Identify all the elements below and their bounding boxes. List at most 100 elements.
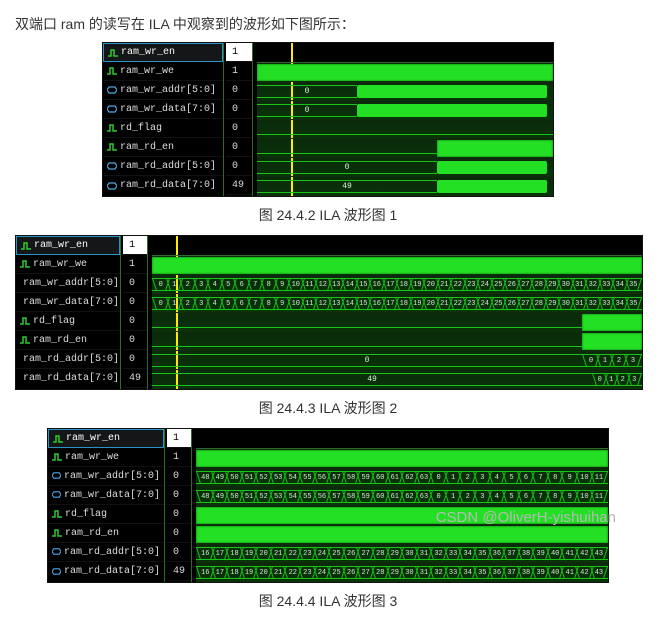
signal-row[interactable]: ram_wr_addr[5:0]	[48, 467, 164, 486]
signal-row[interactable]: ram_wr_we	[16, 255, 120, 274]
signal-row[interactable]: ram_wr_addr[5:0]	[16, 274, 120, 293]
wave-row	[257, 139, 553, 158]
signal-row[interactable]: ram_wr_data[7:0]	[103, 100, 223, 119]
waveform-viewer-2: ram_wr_enram_wr_weram_wr_addr[5:0]ram_wr…	[15, 235, 643, 390]
bus-segment	[357, 104, 547, 117]
signal-name: ram_wr_data[7:0]	[64, 490, 160, 501]
scalar-icon	[52, 528, 62, 538]
bus-segment: 0	[257, 161, 437, 174]
signal-row[interactable]: ram_rd_en	[16, 331, 120, 350]
bus-icon	[107, 85, 117, 95]
signal-row[interactable]: rd_flag	[48, 505, 164, 524]
signal-name: rd_flag	[120, 123, 162, 134]
signal-value: 0	[226, 119, 252, 138]
value-header: 1	[167, 429, 191, 448]
signal-row[interactable]: rd_flag	[16, 312, 120, 331]
signal-name: ram_wr_data[7:0]	[120, 104, 216, 115]
signal-value: 0	[167, 486, 191, 505]
wave-row: 4849505152535455565758596061626301234567…	[196, 487, 608, 506]
signal-value: 1	[167, 448, 191, 467]
signal-header[interactable]: ram_wr_en	[16, 236, 120, 255]
bus-segment: 0	[152, 354, 582, 367]
scalar-icon	[21, 241, 31, 251]
signal-value: 0	[167, 524, 191, 543]
signal-name: ram_wr_addr[5:0]	[64, 471, 160, 482]
fig1-caption: 图 24.4.2 ILA 波形图 1	[15, 205, 641, 225]
fig2-caption: 图 24.4.3 ILA 波形图 2	[15, 398, 641, 418]
signal-value: 1	[226, 62, 252, 81]
logic-high	[582, 314, 642, 331]
signal-name: rd_flag	[65, 509, 107, 520]
signal-value-column: 110000049	[165, 429, 192, 582]
scalar-icon	[20, 335, 30, 345]
signal-value: 0	[123, 274, 147, 293]
bus-data: 0123456789101112131415161718192021222324…	[152, 297, 642, 310]
signal-name: ram_rd_addr[5:0]	[23, 354, 119, 365]
signal-name: ram_rd_en	[33, 335, 87, 346]
signal-name: ram_rd_data[7:0]	[64, 566, 160, 577]
wave-row	[257, 120, 553, 139]
signal-row[interactable]: ram_rd_data[7:0]	[48, 562, 164, 581]
bus-icon	[107, 181, 117, 191]
bus-segment: 43	[590, 566, 609, 579]
scalar-icon	[107, 66, 117, 76]
signal-name-column: ram_wr_en ram_wr_we ram_wr_addr[5:0] ram_wr…	[103, 43, 224, 196]
waveform-viewer-3: ram_wr_en ram_wr_we ram_wr_addr[5:0] ram_wr…	[47, 428, 609, 583]
signal-value: 0	[123, 293, 147, 312]
signal-name: ram_rd_en	[120, 142, 174, 153]
wave-row	[152, 256, 642, 275]
waveform-viewer-1: ram_wr_en ram_wr_we ram_wr_addr[5:0] ram_wr…	[102, 42, 554, 197]
signal-header[interactable]: ram_wr_en	[48, 429, 164, 448]
signal-header[interactable]: ram_wr_en	[103, 43, 223, 62]
logic-high	[257, 64, 553, 81]
signal-name-column: ram_wr_enram_wr_weram_wr_addr[5:0]ram_wr…	[16, 236, 121, 389]
signal-row[interactable]: ram_wr_we	[48, 448, 164, 467]
bus-icon	[52, 471, 61, 481]
signal-row[interactable]: ram_rd_addr[5:0]	[103, 157, 223, 176]
logic-low	[152, 327, 582, 328]
scalar-icon	[107, 142, 117, 152]
time-ruler	[152, 236, 642, 256]
signal-name: ram_wr_en	[66, 433, 120, 444]
signal-row[interactable]: ram_rd_data[7:0]	[103, 176, 223, 195]
signal-row[interactable]: ram_wr_data[7:0]	[16, 293, 120, 312]
signal-row[interactable]: ram_wr_data[7:0]	[48, 486, 164, 505]
bus-icon	[107, 104, 117, 114]
scalar-icon	[53, 434, 63, 444]
signal-row[interactable]: ram_rd_en	[103, 138, 223, 157]
signal-row[interactable]: ram_rd_addr[5:0]	[16, 350, 120, 369]
bus-segment: 43	[590, 547, 609, 560]
cursor-line[interactable]	[176, 236, 178, 255]
logic-high	[152, 257, 642, 274]
signal-name: ram_rd_addr[5:0]	[64, 547, 160, 558]
signal-value: 0	[226, 157, 252, 176]
signal-name-column: ram_wr_en ram_wr_we ram_wr_addr[5:0] ram_wr…	[48, 429, 165, 582]
wave-row	[196, 506, 608, 525]
wave-row: 49	[257, 177, 553, 196]
scalar-icon	[52, 509, 62, 519]
bus-segment: 0	[257, 85, 357, 98]
signal-row[interactable]: ram_wr_we	[103, 62, 223, 81]
bus-data: 1617181920212223242526272829303132333435…	[196, 566, 608, 579]
logic-low	[257, 153, 437, 154]
signal-row[interactable]: ram_rd_data[7:0]	[16, 369, 120, 388]
signal-row[interactable]: ram_rd_addr[5:0]	[48, 543, 164, 562]
wave-row	[152, 332, 642, 351]
waveform-plot: 0123456789101112131415161718192021222324…	[152, 236, 642, 389]
signal-row[interactable]: rd_flag	[103, 119, 223, 138]
scalar-icon	[107, 123, 117, 133]
signal-name: ram_wr_we	[65, 452, 119, 463]
cursor-line[interactable]	[291, 43, 293, 62]
logic-high	[437, 140, 553, 157]
bus-segment: 35	[625, 297, 643, 310]
wave-row: 0	[257, 158, 553, 177]
wave-row: 0123456789101112131415161718192021222324…	[152, 294, 642, 313]
wave-row: 490123	[152, 370, 642, 389]
bus-icon	[52, 547, 61, 557]
bus-segment: 0	[257, 104, 357, 117]
signal-name: ram_wr_we	[120, 66, 174, 77]
signal-row[interactable]: ram_rd_en	[48, 524, 164, 543]
signal-row[interactable]: ram_wr_addr[5:0]	[103, 81, 223, 100]
signal-name: ram_wr_addr[5:0]	[120, 85, 216, 96]
bus-data: 4849505152535455565758596061626301234567…	[196, 490, 608, 503]
